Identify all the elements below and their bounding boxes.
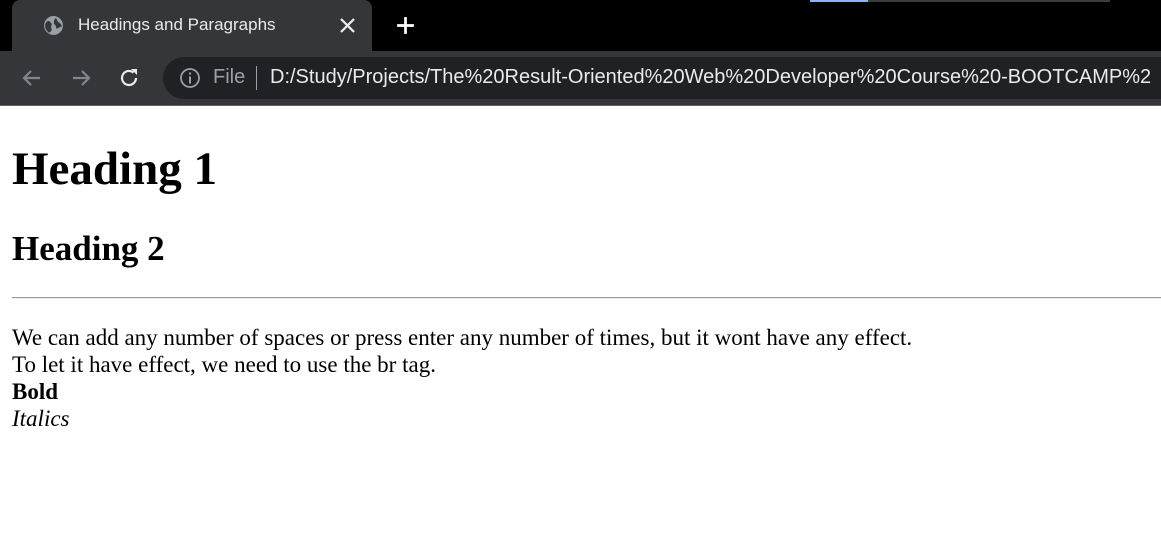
paragraph-line-1: We can add any number of spaces or press… bbox=[12, 325, 913, 350]
toolbar-divider bbox=[0, 105, 1161, 106]
paragraph: We can add any number of spaces or press… bbox=[12, 324, 912, 432]
tab-title: Headings and Paragraphs bbox=[78, 15, 276, 34]
url-scheme-label: File bbox=[213, 66, 246, 88]
heading-1: Heading 1 bbox=[12, 143, 218, 195]
url-scheme-divider bbox=[256, 66, 257, 90]
globe-icon bbox=[44, 16, 63, 35]
paragraph-line-2: To let it have effect, we need to use th… bbox=[12, 352, 436, 377]
info-icon[interactable] bbox=[179, 67, 201, 89]
close-icon[interactable] bbox=[338, 16, 357, 35]
reload-icon[interactable] bbox=[117, 66, 141, 90]
plus-icon[interactable] bbox=[395, 15, 416, 36]
arrow-right-icon[interactable] bbox=[69, 66, 93, 90]
italic-text: Italics bbox=[12, 406, 70, 431]
address-bar[interactable]: File D:/Study/Projects/The%20Result-Orie… bbox=[163, 57, 1161, 99]
horizontal-rule bbox=[12, 297, 1161, 299]
tab-strip: Headings and Paragraphs bbox=[0, 0, 1161, 51]
heading-2: Heading 2 bbox=[12, 229, 165, 268]
active-tab[interactable]: Headings and Paragraphs bbox=[12, 0, 372, 51]
tabstrip-highlight bbox=[810, 0, 868, 2]
url-text[interactable]: D:/Study/Projects/The%20Result-Oriented%… bbox=[270, 66, 1151, 89]
bold-text: Bold bbox=[12, 379, 59, 404]
browser-toolbar: File D:/Study/Projects/The%20Result-Orie… bbox=[0, 51, 1161, 105]
arrow-left-icon[interactable] bbox=[20, 66, 44, 90]
